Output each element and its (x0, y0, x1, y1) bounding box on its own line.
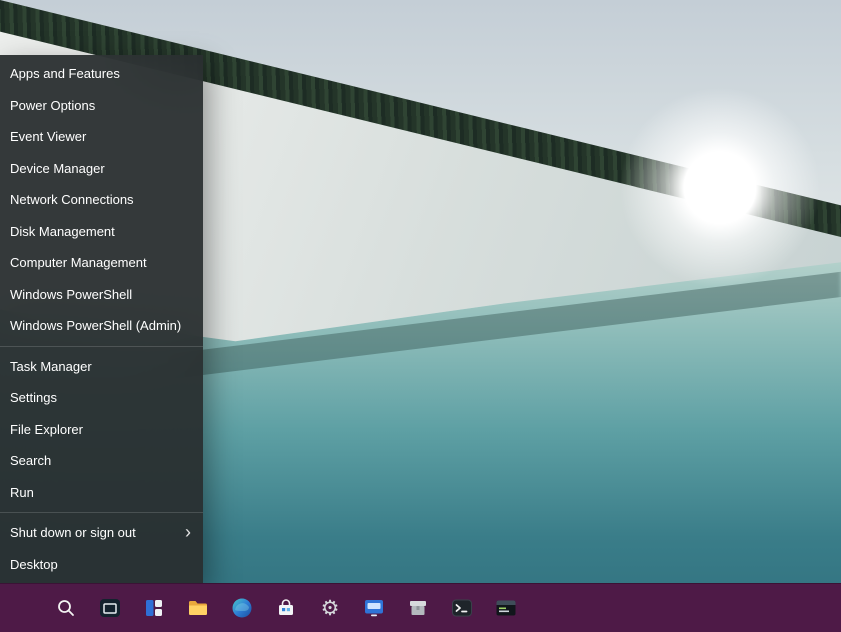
blue-app-icon (363, 597, 385, 619)
menu-item-event-viewer[interactable]: Event Viewer (0, 121, 203, 153)
desktop-screen: Apps and Features Power Options Event Vi… (0, 0, 841, 632)
widgets-icon (144, 598, 164, 618)
menu-item-file-explorer[interactable]: File Explorer (0, 414, 203, 446)
edge-button[interactable] (222, 588, 262, 628)
menu-group-system-tools: Apps and Features Power Options Event Vi… (0, 58, 203, 342)
settings-button[interactable]: ⚙ (310, 588, 350, 628)
start-button[interactable] (2, 588, 42, 628)
menu-item-desktop[interactable]: Desktop (0, 549, 203, 581)
task-view-button[interactable] (90, 588, 130, 628)
gear-icon: ⚙ (321, 598, 340, 619)
menu-item-search[interactable]: Search (0, 445, 203, 477)
menu-item-run[interactable]: Run (0, 477, 203, 509)
menu-item-settings[interactable]: Settings (0, 382, 203, 414)
task-view-icon (99, 597, 121, 619)
edge-icon (231, 597, 253, 619)
menu-item-device-manager[interactable]: Device Manager (0, 153, 203, 185)
store-bag-icon (275, 597, 297, 619)
pinned-app-blue-button[interactable] (354, 588, 394, 628)
console-window-button[interactable] (486, 588, 526, 628)
terminal-button[interactable] (442, 588, 482, 628)
package-icon (407, 597, 429, 619)
menu-group-session: Shut down or sign out › Desktop (0, 517, 203, 580)
menu-item-apps-and-features[interactable]: Apps and Features (0, 58, 203, 90)
menu-item-power-options[interactable]: Power Options (0, 90, 203, 122)
console-window-icon (495, 597, 517, 619)
folder-icon (187, 597, 209, 619)
menu-item-network-connections[interactable]: Network Connections (0, 184, 203, 216)
terminal-icon (451, 597, 473, 619)
microsoft-store-button[interactable] (266, 588, 306, 628)
menu-group-shell: Task Manager Settings File Explorer Sear… (0, 351, 203, 509)
chevron-right-icon: › (185, 523, 191, 541)
winx-context-menu: Apps and Features Power Options Event Vi… (0, 55, 203, 583)
file-explorer-button[interactable] (178, 588, 218, 628)
search-button[interactable] (46, 588, 86, 628)
menu-item-windows-powershell-admin[interactable]: Windows PowerShell (Admin) (0, 310, 203, 342)
menu-separator (0, 512, 203, 513)
menu-item-disk-management[interactable]: Disk Management (0, 216, 203, 248)
menu-item-label: Shut down or sign out (10, 525, 136, 540)
taskbar: ⚙ (0, 583, 841, 632)
pinned-app-package-button[interactable] (398, 588, 438, 628)
menu-separator (0, 346, 203, 347)
menu-item-task-manager[interactable]: Task Manager (0, 351, 203, 383)
windows-start-icon (13, 599, 31, 617)
search-icon (56, 598, 76, 618)
widgets-button[interactable] (134, 588, 174, 628)
menu-item-shut-down-or-sign-out[interactable]: Shut down or sign out › (0, 517, 203, 549)
menu-item-computer-management[interactable]: Computer Management (0, 247, 203, 279)
menu-item-windows-powershell[interactable]: Windows PowerShell (0, 279, 203, 311)
